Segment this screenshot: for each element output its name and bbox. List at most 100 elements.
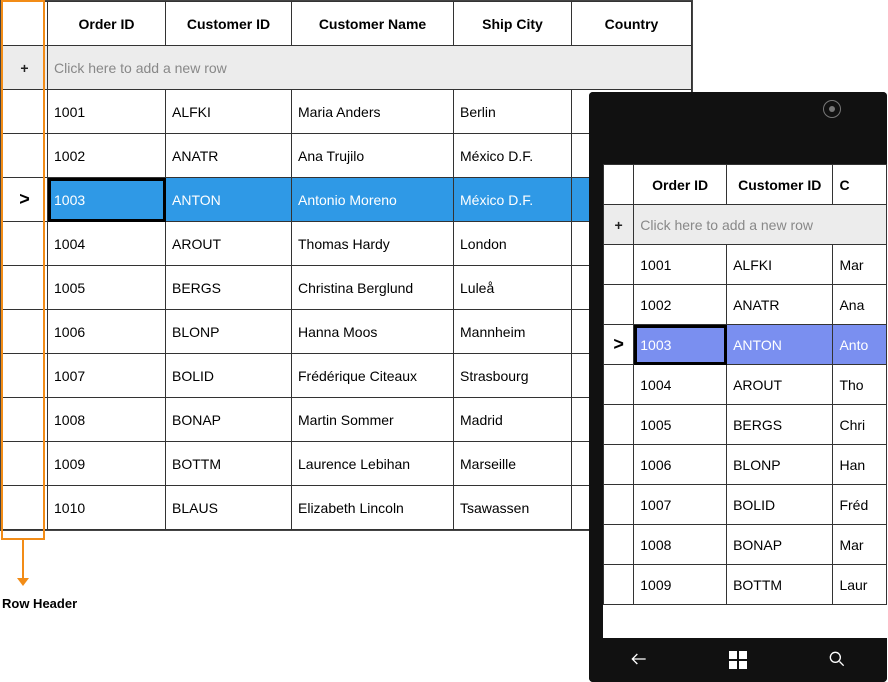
table-row[interactable]: 1001 ALFKI Maria Anders Berlin bbox=[2, 90, 692, 134]
col-customer-name-partial[interactable]: C bbox=[833, 165, 887, 205]
cell-customer-id[interactable]: BONAP bbox=[166, 398, 292, 442]
cell-customer-id[interactable]: AROUT bbox=[727, 365, 833, 405]
row-header-cell[interactable] bbox=[2, 90, 48, 134]
cell-customer-name[interactable]: Thomas Hardy bbox=[292, 222, 454, 266]
cell-customer-name[interactable]: Fréd bbox=[833, 485, 887, 525]
cell-order-id[interactable]: 1003 bbox=[634, 325, 727, 365]
table-row[interactable]: 1006 BLONP Hanna Moos Mannheim bbox=[2, 310, 692, 354]
back-icon[interactable] bbox=[629, 649, 649, 672]
add-row-placeholder[interactable]: Click here to add a new row bbox=[634, 205, 887, 245]
cell-order-id[interactable]: 1009 bbox=[634, 565, 727, 605]
table-row-selected[interactable]: > 1003 ANTON Anto bbox=[604, 325, 887, 365]
cell-customer-id[interactable]: ANATR bbox=[166, 134, 292, 178]
cell-order-id[interactable]: 1002 bbox=[48, 134, 166, 178]
col-customer-id[interactable]: Customer ID bbox=[727, 165, 833, 205]
cell-order-id[interactable]: 1004 bbox=[48, 222, 166, 266]
cell-order-id[interactable]: 1006 bbox=[48, 310, 166, 354]
cell-customer-id[interactable]: AROUT bbox=[166, 222, 292, 266]
cell-customer-name[interactable]: Anto bbox=[833, 325, 887, 365]
table-row[interactable]: 1007 BOLID Frédérique Citeaux Strasbourg bbox=[2, 354, 692, 398]
row-header-cell[interactable] bbox=[2, 398, 48, 442]
windows-start-icon[interactable] bbox=[729, 651, 747, 669]
table-row[interactable]: 1008 BONAP Mar bbox=[604, 525, 887, 565]
cell-customer-id[interactable]: BLONP bbox=[166, 310, 292, 354]
cell-customer-name[interactable]: Frédérique Citeaux bbox=[292, 354, 454, 398]
row-header-selected-marker[interactable]: > bbox=[604, 325, 634, 365]
row-header-cell[interactable] bbox=[604, 565, 634, 605]
row-header-cell[interactable] bbox=[2, 222, 48, 266]
cell-order-id[interactable]: 1001 bbox=[634, 245, 727, 285]
cell-customer-id[interactable]: BOTTM bbox=[727, 565, 833, 605]
cell-customer-name[interactable]: Hanna Moos bbox=[292, 310, 454, 354]
cell-ship-city[interactable]: Tsawassen bbox=[454, 486, 572, 530]
row-header-cell[interactable] bbox=[2, 486, 48, 530]
cell-customer-id[interactable]: ANATR bbox=[727, 285, 833, 325]
cell-order-id[interactable]: 1007 bbox=[634, 485, 727, 525]
cell-ship-city[interactable]: México D.F. bbox=[454, 134, 572, 178]
table-row[interactable]: 1001 ALFKI Mar bbox=[604, 245, 887, 285]
cell-order-id[interactable]: 1001 bbox=[48, 90, 166, 134]
row-header-cell[interactable] bbox=[604, 525, 634, 565]
row-header-cell[interactable] bbox=[604, 285, 634, 325]
row-header-cell[interactable] bbox=[604, 365, 634, 405]
cell-customer-name[interactable]: Maria Anders bbox=[292, 90, 454, 134]
row-header-cell[interactable] bbox=[2, 266, 48, 310]
cell-customer-id[interactable]: BERGS bbox=[727, 405, 833, 445]
cell-customer-name[interactable]: Elizabeth Lincoln bbox=[292, 486, 454, 530]
cell-customer-id[interactable]: ALFKI bbox=[166, 90, 292, 134]
cell-order-id[interactable]: 1009 bbox=[48, 442, 166, 486]
cell-customer-id[interactable]: ALFKI bbox=[727, 245, 833, 285]
cell-ship-city[interactable]: Mannheim bbox=[454, 310, 572, 354]
row-header-cell[interactable] bbox=[604, 245, 634, 285]
cell-customer-name[interactable]: Laur bbox=[833, 565, 887, 605]
col-ship-city[interactable]: Ship City bbox=[454, 2, 572, 46]
cell-order-id[interactable]: 1008 bbox=[48, 398, 166, 442]
table-row[interactable]: 1009 BOTTM Laurence Lebihan Marseille bbox=[2, 442, 692, 486]
table-row[interactable]: 1009 BOTTM Laur bbox=[604, 565, 887, 605]
row-header-cell[interactable] bbox=[604, 405, 634, 445]
cell-ship-city[interactable]: Strasbourg bbox=[454, 354, 572, 398]
cell-customer-id[interactable]: ANTON bbox=[166, 178, 292, 222]
table-row[interactable]: 1008 BONAP Martin Sommer Madrid bbox=[2, 398, 692, 442]
cell-customer-name[interactable]: Martin Sommer bbox=[292, 398, 454, 442]
cell-customer-name[interactable]: Antonio Moreno bbox=[292, 178, 454, 222]
table-row[interactable]: 1006 BLONP Han bbox=[604, 445, 887, 485]
cell-customer-id[interactable]: BONAP bbox=[727, 525, 833, 565]
cell-ship-city[interactable]: Luleå bbox=[454, 266, 572, 310]
cell-order-id[interactable]: 1005 bbox=[48, 266, 166, 310]
add-row-placeholder[interactable]: Click here to add a new row bbox=[48, 46, 692, 90]
search-icon[interactable] bbox=[827, 649, 847, 672]
cell-customer-name[interactable]: Han bbox=[833, 445, 887, 485]
table-row[interactable]: 1007 BOLID Fréd bbox=[604, 485, 887, 525]
cell-customer-id[interactable]: BERGS bbox=[166, 266, 292, 310]
cell-order-id[interactable]: 1008 bbox=[634, 525, 727, 565]
row-header-cell[interactable] bbox=[2, 310, 48, 354]
cell-customer-name[interactable]: Chri bbox=[833, 405, 887, 445]
table-row[interactable]: 1002 ANATR Ana bbox=[604, 285, 887, 325]
add-row-plus-icon[interactable]: + bbox=[2, 46, 48, 90]
cell-order-id[interactable]: 1007 bbox=[48, 354, 166, 398]
table-row[interactable]: 1010 BLAUS Elizabeth Lincoln Tsawassen bbox=[2, 486, 692, 530]
cell-customer-name[interactable]: Laurence Lebihan bbox=[292, 442, 454, 486]
add-new-row[interactable]: + Click here to add a new row bbox=[2, 46, 692, 90]
table-row[interactable]: 1004 AROUT Thomas Hardy London bbox=[2, 222, 692, 266]
phone-datagrid[interactable]: Order ID Customer ID C + Click here to a… bbox=[603, 164, 887, 638]
cell-order-id[interactable]: 1003 bbox=[48, 178, 166, 222]
cell-customer-name[interactable]: Mar bbox=[833, 525, 887, 565]
table-row[interactable]: 1005 BERGS Christina Berglund Luleå bbox=[2, 266, 692, 310]
col-customer-name[interactable]: Customer Name bbox=[292, 2, 454, 46]
row-header-cell[interactable] bbox=[2, 134, 48, 178]
col-order-id[interactable]: Order ID bbox=[634, 165, 727, 205]
cell-customer-name[interactable]: Ana bbox=[833, 285, 887, 325]
cell-ship-city[interactable]: México D.F. bbox=[454, 178, 572, 222]
cell-customer-name[interactable]: Ana Trujilo bbox=[292, 134, 454, 178]
row-header-selected-marker[interactable]: > bbox=[2, 178, 48, 222]
cell-ship-city[interactable]: Madrid bbox=[454, 398, 572, 442]
col-order-id[interactable]: Order ID bbox=[48, 2, 166, 46]
col-customer-id[interactable]: Customer ID bbox=[166, 2, 292, 46]
cell-customer-id[interactable]: BLONP bbox=[727, 445, 833, 485]
row-header-cell[interactable] bbox=[604, 445, 634, 485]
cell-customer-id[interactable]: BOLID bbox=[166, 354, 292, 398]
cell-order-id[interactable]: 1004 bbox=[634, 365, 727, 405]
table-row[interactable]: 1002 ANATR Ana Trujilo México D.F. bbox=[2, 134, 692, 178]
